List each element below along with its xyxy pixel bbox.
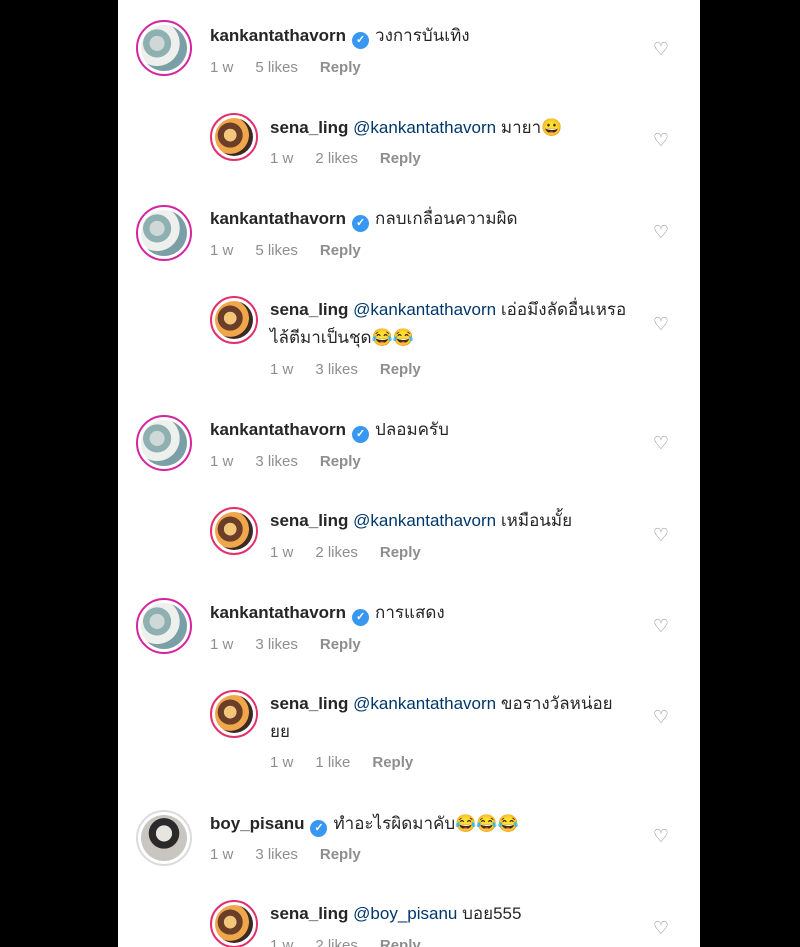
likes-count[interactable]: 2 likes (315, 937, 358, 947)
comment-meta: 1 w 5 likes Reply (210, 242, 361, 259)
avatar[interactable] (136, 598, 192, 654)
likes-count[interactable]: 3 likes (315, 361, 358, 378)
reply-button[interactable]: Reply (320, 846, 361, 863)
timestamp: 1 w (210, 846, 234, 863)
likes-count[interactable]: 2 likes (315, 150, 358, 167)
username[interactable]: boy_pisanu (210, 814, 304, 833)
reply-button[interactable]: Reply (380, 544, 421, 561)
timestamp: 1 w (270, 361, 294, 378)
comment-meta: 1 w 3 likes Reply (210, 846, 361, 863)
verified-badge-icon: ✓ (352, 609, 370, 626)
avatar[interactable] (210, 113, 258, 161)
heart-outline-icon[interactable]: ♡ (652, 617, 670, 635)
likes-count[interactable]: 3 likes (255, 846, 298, 863)
timestamp: 1 w (270, 754, 294, 771)
heart-outline-icon[interactable]: ♡ (652, 223, 670, 241)
comment-text: kankantathavorn ✓ การแสดง (210, 599, 610, 627)
username[interactable]: kankantathavorn (210, 603, 346, 622)
comment-meta: 1 w 3 likes Reply (210, 636, 361, 653)
username[interactable]: sena_ling (270, 511, 348, 530)
timestamp: 1 w (210, 242, 234, 259)
comment-text: sena_ling @boy_pisanu บอย555 (270, 900, 670, 928)
timestamp: 1 w (210, 636, 234, 653)
timestamp: 1 w (210, 453, 234, 470)
comment-body: เหมือนมั้ย (500, 511, 573, 530)
comment-text: sena_ling @kankantathavorn เหมือนมั้ย (270, 507, 670, 535)
username[interactable]: sena_ling (270, 300, 348, 319)
heart-outline-icon[interactable]: ♡ (652, 131, 670, 149)
verified-badge-icon: ✓ (352, 215, 370, 232)
comment-meta: 1 w 2 likes Reply (270, 937, 421, 947)
comments-panel: kankantathavorn ✓ วงการบันเทิง 1 w 5 likes R… (118, 0, 700, 947)
timestamp: 1 w (270, 937, 294, 947)
likes-count[interactable]: 2 likes (315, 544, 358, 561)
timestamp: 1 w (270, 544, 294, 561)
avatar[interactable] (136, 810, 192, 866)
heart-outline-icon[interactable]: ♡ (652, 526, 670, 544)
comment-body: บอย555 (462, 904, 522, 923)
username[interactable]: sena_ling (270, 694, 348, 713)
mention-link[interactable]: @kankantathavorn (353, 300, 496, 319)
likes-count[interactable]: 1 like (315, 754, 350, 771)
username[interactable]: kankantathavorn (210, 26, 346, 45)
likes-count[interactable]: 5 likes (255, 59, 298, 76)
heart-outline-icon[interactable]: ♡ (652, 919, 670, 937)
heart-outline-icon[interactable]: ♡ (652, 708, 670, 726)
mention-link[interactable]: @kankantathavorn (353, 511, 496, 530)
comment-meta: 1 w 2 likes Reply (270, 544, 421, 561)
heart-outline-icon[interactable]: ♡ (652, 827, 670, 845)
reply-button[interactable]: Reply (380, 937, 421, 947)
comment-text: sena_ling @kankantathavorn เอ่อมึงลัดอื่… (270, 296, 640, 352)
reply-button[interactable]: Reply (320, 453, 361, 470)
avatar[interactable] (210, 507, 258, 555)
avatar[interactable] (136, 205, 192, 261)
mention-link[interactable]: @kankantathavorn (353, 118, 496, 137)
reply-button[interactable]: Reply (380, 361, 421, 378)
comment-body: การแสดง (375, 603, 445, 622)
avatar[interactable] (210, 296, 258, 344)
comment-body: ปลอมครับ (375, 420, 449, 439)
timestamp: 1 w (210, 59, 234, 76)
comment-text: sena_ling @kankantathavorn มายา😀 (270, 114, 670, 142)
reply-button[interactable]: Reply (320, 59, 361, 76)
avatar[interactable] (136, 415, 192, 471)
username[interactable]: sena_ling (270, 904, 348, 923)
heart-outline-icon[interactable]: ♡ (652, 315, 670, 333)
avatar[interactable] (136, 20, 192, 76)
comment-meta: 1 w 1 like Reply (270, 754, 413, 771)
likes-count[interactable]: 5 likes (255, 242, 298, 259)
avatar[interactable] (210, 690, 258, 738)
username[interactable]: sena_ling (270, 118, 348, 137)
comment-text: kankantathavorn ✓ กลบเกลื่อนความผิด (210, 205, 610, 233)
reply-button[interactable]: Reply (372, 754, 413, 771)
heart-outline-icon[interactable]: ♡ (652, 434, 670, 452)
comment-meta: 1 w 2 likes Reply (270, 150, 421, 167)
verified-badge-icon: ✓ (352, 426, 370, 443)
comment-meta: 1 w 5 likes Reply (210, 59, 361, 76)
comment-body: วงการบันเทิง (375, 26, 470, 45)
comment-body: ทำอะไรผิดมาคับ😂😂😂 (333, 814, 519, 833)
mention-link[interactable]: @kankantathavorn (353, 694, 496, 713)
comment-meta: 1 w 3 likes Reply (270, 361, 421, 378)
username[interactable]: kankantathavorn (210, 420, 346, 439)
username[interactable]: kankantathavorn (210, 209, 346, 228)
verified-badge-icon: ✓ (352, 32, 370, 49)
avatar[interactable] (210, 900, 258, 947)
heart-outline-icon[interactable]: ♡ (652, 40, 670, 58)
comment-meta: 1 w 3 likes Reply (210, 453, 361, 470)
comment-text: sena_ling @kankantathavorn ขอรางวัลหน่อย… (270, 690, 630, 746)
verified-badge-icon: ✓ (310, 820, 328, 837)
likes-count[interactable]: 3 likes (255, 636, 298, 653)
timestamp: 1 w (270, 150, 294, 167)
mention-link[interactable]: @boy_pisanu (353, 904, 457, 923)
comment-body: กลบเกลื่อนความผิด (375, 209, 518, 228)
comment-text: kankantathavorn ✓ ปลอมครับ (210, 416, 610, 444)
reply-button[interactable]: Reply (320, 242, 361, 259)
comment-text: boy_pisanu ✓ ทำอะไรผิดมาคับ😂😂😂 (210, 810, 610, 838)
comment-text: kankantathavorn ✓ วงการบันเทิง (210, 22, 610, 50)
reply-button[interactable]: Reply (320, 636, 361, 653)
comment-body: มายา😀 (500, 118, 563, 137)
reply-button[interactable]: Reply (380, 150, 421, 167)
likes-count[interactable]: 3 likes (255, 453, 298, 470)
